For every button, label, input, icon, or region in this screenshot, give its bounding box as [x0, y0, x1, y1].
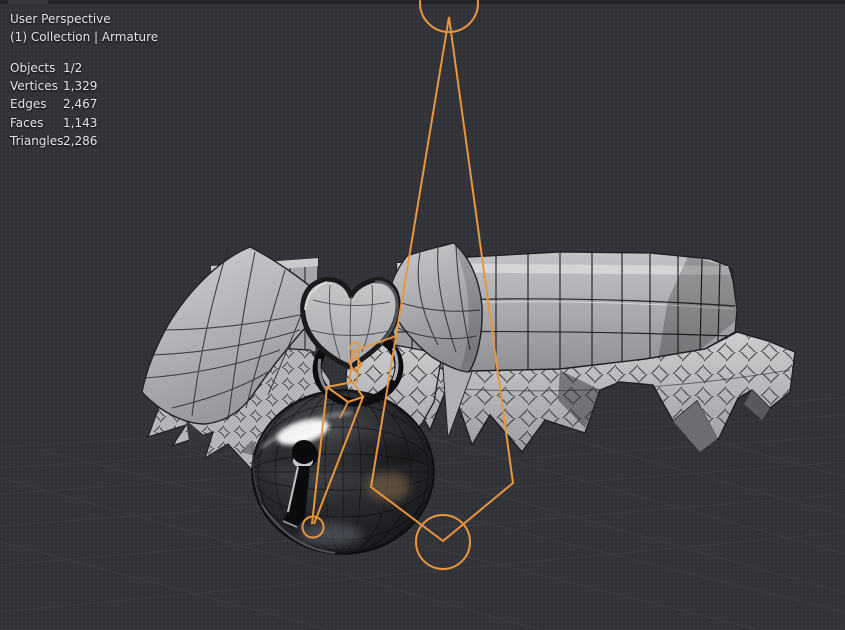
- blender-3d-viewport[interactable]: User Perspective (1) Collection | Armatu…: [0, 0, 845, 630]
- armature-controller-circle-top[interactable]: [420, 0, 478, 32]
- bell-mesh[interactable]: [252, 390, 434, 554]
- viewport-top-strip: [0, 0, 845, 4]
- scene-canvas[interactable]: [0, 0, 845, 630]
